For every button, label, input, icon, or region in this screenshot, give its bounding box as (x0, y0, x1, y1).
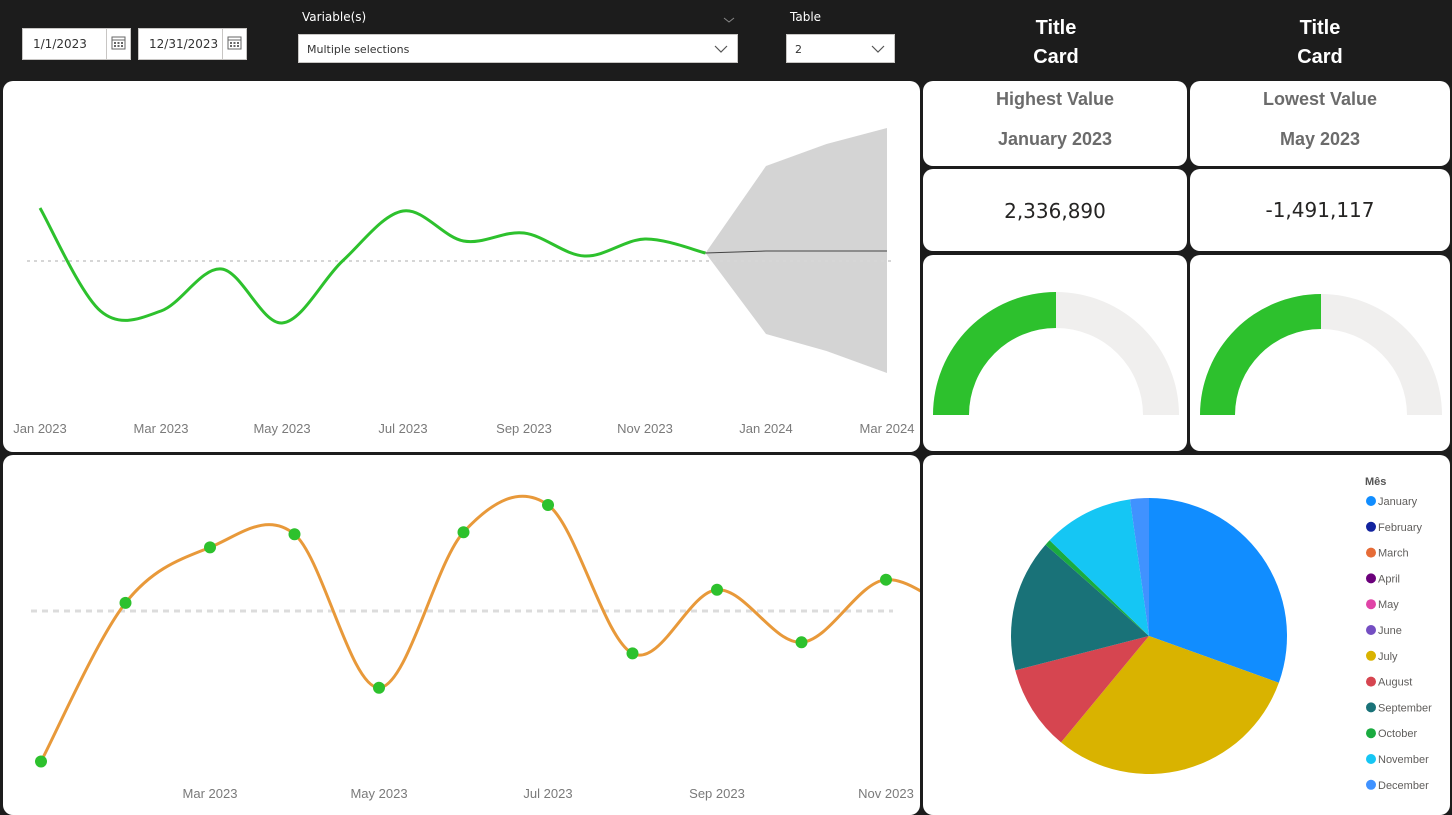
data-point-marker[interactable] (457, 526, 470, 539)
x-tick-label: Jan 2024 (739, 421, 793, 436)
x-tick-label: Sep 2023 (496, 421, 552, 436)
x-tick-label: Jul 2023 (378, 421, 427, 436)
data-point-marker[interactable] (542, 498, 554, 511)
legend-item-january[interactable]: January (1378, 496, 1418, 508)
legend-marker (1366, 547, 1376, 558)
title-card-line1: Title (1299, 17, 1341, 39)
gauge-fill (933, 292, 1056, 415)
data-point-marker[interactable] (626, 647, 639, 660)
legend-marker (1366, 754, 1376, 764)
chevron-down-icon (713, 41, 729, 61)
legend-item-august[interactable]: August (1378, 677, 1412, 689)
lowest-value-period: May 2023 (1279, 129, 1361, 149)
legend-item-april[interactable]: April (1378, 573, 1400, 585)
legend-marker (1366, 676, 1376, 687)
gauge-fill (1200, 294, 1321, 415)
data-point-marker[interactable] (204, 541, 216, 554)
data-point-marker[interactable] (795, 636, 808, 649)
end-date-value: 12/31/2023 (149, 37, 219, 51)
x-tick-label: Jul 2023 (523, 786, 572, 801)
legend-marker (1366, 625, 1376, 635)
x-tick-label: Sep 2023 (689, 786, 745, 801)
series-line (38, 207, 706, 325)
legend-marker (1366, 599, 1376, 610)
legend-item-october[interactable]: October (1378, 728, 1417, 740)
table-dropdown[interactable]: 2 (786, 34, 895, 63)
monthly-line-chart: Mar 2023 May 2023 Jul 2023 Sep 2023 Nov 2023 (31, 494, 920, 801)
variable-dropdown[interactable]: Multiple selections (298, 34, 738, 63)
highest-value-period: January 2023 (997, 129, 1113, 149)
forecast-chart-panel: Jan 2023 Mar 2023 May 2023 Jul 2023 Sep 2023… (3, 81, 920, 452)
legend-item-february[interactable]: February (1378, 522, 1423, 534)
lowest-value-card: -1,491,117 (1190, 169, 1450, 251)
title-card-line1: Title (1035, 17, 1077, 39)
calendar-icon[interactable] (222, 29, 246, 59)
lowest-value-gauge (1200, 294, 1442, 415)
highest-value-card: 2,336,890 (923, 169, 1187, 251)
data-point-marker[interactable] (119, 596, 132, 609)
x-tick-label: Jan 2023 (13, 421, 67, 436)
end-date-input[interactable]: 12/31/2023 (138, 28, 247, 60)
legend-marker (1366, 521, 1376, 532)
legend-item-november[interactable]: November (1378, 754, 1429, 766)
month-pie-chart: Mês January February March April May June July A… (1011, 476, 1432, 792)
legend-marker (1366, 702, 1376, 713)
forecast-line-chart: Jan 2023 Mar 2023 May 2023 Jul 2023 Sep 2023… (13, 128, 915, 436)
variable-dropdown-value: Multiple selections (307, 43, 410, 56)
month-pie-chart-panel: Mês January February March April May June July A… (923, 455, 1450, 815)
legend-item-december[interactable]: December (1378, 780, 1429, 792)
data-point-marker[interactable] (288, 528, 301, 541)
highest-value-header-card: Highest Value January 2023 (923, 81, 1187, 166)
x-tick-label: May 2023 (253, 421, 310, 436)
legend-item-september[interactable]: September (1378, 702, 1432, 714)
title-card-line2: Card (1297, 46, 1343, 68)
lowest-value-number: -1,491,117 (1265, 198, 1375, 222)
legend-item-may[interactable]: May (1378, 599, 1399, 611)
legend-marker (1366, 728, 1376, 739)
highest-value-title: Highest Value (995, 89, 1115, 109)
lowest-value-title: Lowest Value (1262, 89, 1378, 109)
table-slicer-label: Table (790, 10, 822, 24)
calendar-icon[interactable] (106, 29, 130, 59)
x-tick-label: Nov 2023 (617, 421, 673, 436)
x-tick-label: Nov 2023 (858, 786, 914, 801)
x-tick-label: Mar 2023 (183, 786, 238, 801)
highest-value-gauge (933, 292, 1179, 415)
legend-item-june[interactable]: June (1378, 625, 1402, 637)
data-point-marker[interactable] (711, 583, 723, 596)
legend-title: Mês (1365, 476, 1386, 488)
lowest-value-gauge-panel (1190, 255, 1450, 451)
legend-item-march[interactable]: March (1378, 548, 1409, 560)
monthly-line-chart-panel: Mar 2023 May 2023 Jul 2023 Sep 2023 Nov 2023 (3, 455, 920, 815)
title-card-1: Title Card (996, 14, 1116, 72)
title-card-line2: Card (1033, 46, 1079, 68)
legend-marker (1366, 650, 1376, 661)
series-line (39, 494, 920, 763)
highest-value-number: 2,336,890 (1004, 199, 1106, 223)
slicer-collapse-chevron-icon[interactable] (722, 10, 736, 29)
title-card-2: Title Card (1260, 14, 1380, 72)
highest-value-gauge-panel (923, 255, 1187, 451)
start-date-input[interactable]: 1/1/2023 (22, 28, 131, 60)
start-date-value: 1/1/2023 (33, 37, 87, 51)
legend-marker (1366, 496, 1376, 506)
data-point-marker[interactable] (373, 681, 385, 694)
table-dropdown-value: 2 (795, 43, 802, 56)
legend-marker (1366, 573, 1376, 584)
data-point-marker[interactable] (35, 755, 47, 768)
chevron-down-icon (870, 41, 886, 61)
variable-slicer-label: Variable(s) (302, 10, 367, 24)
x-tick-label: Mar 2023 (134, 421, 189, 436)
data-point-marker[interactable] (880, 573, 892, 586)
legend-item-july[interactable]: July (1378, 651, 1398, 663)
legend-marker (1366, 779, 1376, 790)
x-tick-label: Mar 2024 (860, 421, 915, 436)
lowest-value-header-card: Lowest Value May 2023 (1190, 81, 1450, 166)
x-tick-label: May 2023 (350, 786, 407, 801)
